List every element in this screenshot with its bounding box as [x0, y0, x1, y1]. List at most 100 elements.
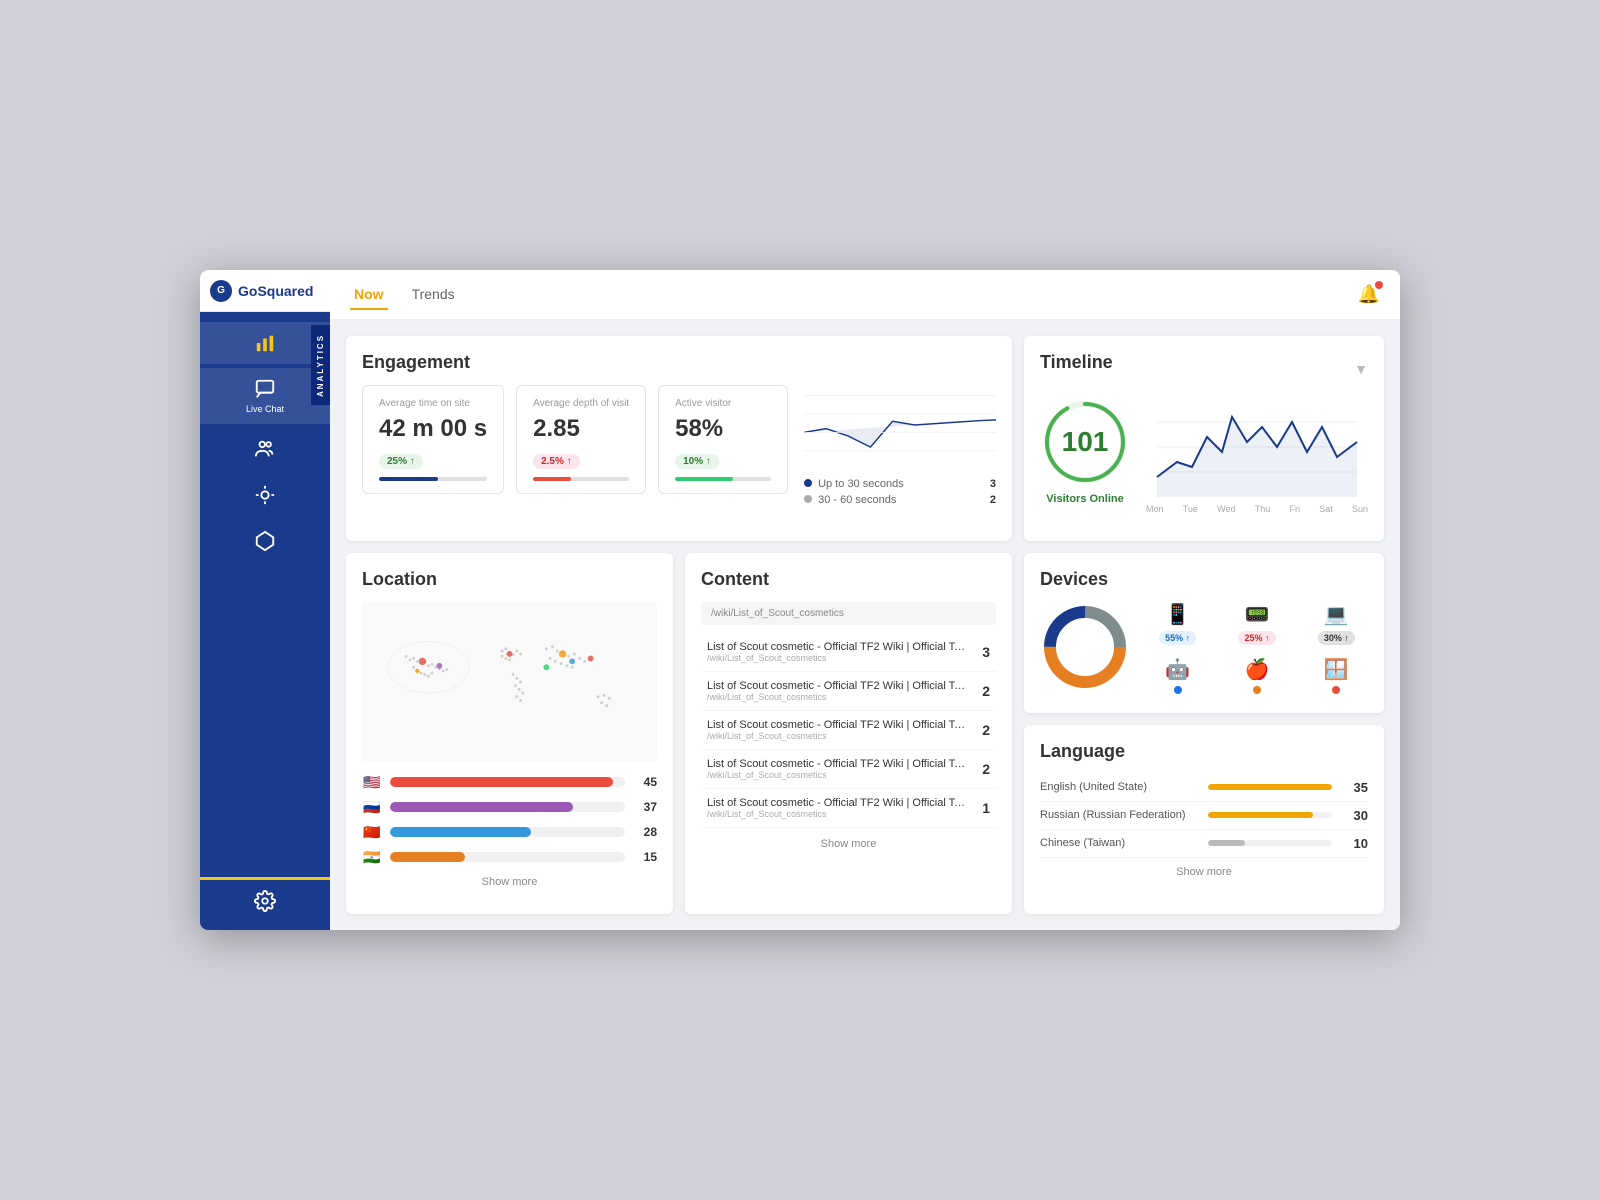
- gosquared-logo-text: GoSquared: [238, 283, 313, 299]
- content-row-2[interactable]: List of Scout cosmetic - Official TF2 Wi…: [701, 672, 996, 711]
- lang-english-name: English (United State): [1040, 781, 1200, 793]
- os-icons-row: 🤖 🍎 🪟: [1146, 657, 1368, 694]
- sidebar-settings-button[interactable]: [200, 882, 330, 920]
- location-show-more[interactable]: Show more: [362, 876, 657, 888]
- gosquared-logo-icon: G: [210, 280, 232, 302]
- engagement-chart: Up to 30 seconds 3 30 - 60 seconds 2: [804, 385, 996, 505]
- sidebar-item-assist[interactable]: [200, 474, 330, 516]
- flag-us: 🇺🇸: [362, 774, 382, 791]
- world-map-svg: [362, 602, 657, 762]
- tab-trends[interactable]: Trends: [408, 280, 459, 310]
- legend-count-1: 3: [990, 478, 996, 490]
- mobile-badge: 55% ↑: [1159, 631, 1196, 645]
- engagement-metrics: Average time on site 42 m 00 s 25% ↑ Ave…: [362, 385, 788, 494]
- engagement-title: Engagement: [362, 352, 996, 373]
- metric-depth-value: 2.85: [533, 415, 629, 443]
- lang-russian-name: Russian (Russian Federation): [1040, 809, 1200, 821]
- metric-time-on-site: Average time on site 42 m 00 s 25% ↑: [362, 385, 504, 494]
- metric-time-label: Average time on site: [379, 398, 487, 409]
- location-title: Location: [362, 569, 657, 590]
- language-show-more[interactable]: Show more: [1040, 866, 1368, 878]
- content-row-5[interactable]: List of Scout cosmetic - Official TF2 Wi…: [701, 789, 996, 828]
- count-us: 45: [633, 775, 657, 789]
- day-sun: Sun: [1352, 504, 1368, 514]
- windows-dot: [1332, 686, 1340, 694]
- devices-donut: [1040, 602, 1130, 697]
- metric-time-badge: 25% ↑: [379, 454, 423, 469]
- timeline-inner: 101 Visitors Online: [1040, 397, 1368, 514]
- windows-icon: 🪟: [1324, 657, 1349, 682]
- content-title: Content: [701, 569, 996, 590]
- devices-donut-svg: [1040, 602, 1130, 692]
- metric-depth-badge: 2.5% ↑: [533, 454, 580, 469]
- notification-bell[interactable]: 🔔: [1358, 284, 1380, 305]
- content-row-4-url: /wiki/List_of_Scout_cosmetics: [707, 770, 974, 780]
- content-card: Content /wiki/List_of_Scout_cosmetics Li…: [685, 553, 1012, 915]
- devices-breakdown: 📱 55% ↑ 📟 25% ↑ 💻 30%: [1146, 602, 1368, 697]
- content-row-1-url: /wiki/List_of_Scout_cosmetics: [707, 653, 974, 663]
- content-row-4-title: List of Scout cosmetic - Official TF2 Wi…: [707, 758, 967, 770]
- engagement-legend: Up to 30 seconds 3 30 - 60 seconds 2: [804, 476, 996, 508]
- bar-fill-in: [390, 852, 465, 862]
- metric-active-badge: 10% ↑: [675, 454, 719, 469]
- legend-label-1: Up to 30 seconds: [818, 478, 904, 490]
- lang-russian-count: 30: [1340, 808, 1368, 823]
- sidebar-item-apps[interactable]: [200, 520, 330, 562]
- sidebar: G GoSquared ANALYTICS Live Chat: [200, 270, 330, 930]
- metric-time-value: 42 m 00 s: [379, 415, 487, 443]
- day-thu: Thu: [1255, 504, 1271, 514]
- day-mon: Mon: [1146, 504, 1164, 514]
- devices-card: Devices: [1024, 553, 1384, 713]
- lang-english-count: 35: [1340, 780, 1368, 795]
- bar-fill-cn: [390, 827, 531, 837]
- content-show-more[interactable]: Show more: [701, 838, 996, 850]
- devices-inner: 📱 55% ↑ 📟 25% ↑ 💻 30%: [1040, 602, 1368, 697]
- content-row-3[interactable]: List of Scout cosmetic - Official TF2 Wi…: [701, 711, 996, 750]
- mobile-icon: 📱: [1165, 602, 1190, 627]
- flag-in: 🇮🇳: [362, 849, 382, 866]
- desktop-icon: 💻: [1324, 602, 1349, 627]
- engagement-card: Engagement Average time on site 42 m 00 …: [346, 336, 1012, 541]
- lang-chinese-bar: [1208, 840, 1245, 846]
- location-row-in: 🇮🇳 15: [362, 849, 657, 866]
- legend-row-1: Up to 30 seconds 3: [804, 476, 996, 492]
- apple-dot: [1253, 686, 1261, 694]
- metric-time-bar: [379, 477, 438, 481]
- content-row-4-count: 2: [982, 761, 990, 777]
- device-icons-row: 📱 55% ↑ 📟 25% ↑ 💻 30%: [1146, 602, 1368, 645]
- content-row-2-count: 2: [982, 683, 990, 699]
- content-url-header: /wiki/List_of_Scout_cosmetics: [701, 602, 996, 625]
- devices-title: Devices: [1040, 569, 1368, 590]
- lang-chinese-count: 10: [1340, 836, 1368, 851]
- content-area: Now Trends 🔔 Engagement Average tim: [330, 270, 1400, 930]
- content-row-4[interactable]: List of Scout cosmetic - Official TF2 Wi…: [701, 750, 996, 789]
- visitors-label: Visitors Online: [1046, 493, 1123, 505]
- dashboard: Engagement Average time on site 42 m 00 …: [330, 320, 1400, 930]
- sidebar-chat-label: Live Chat: [246, 404, 284, 414]
- legend-row-2: 30 - 60 seconds 2: [804, 492, 996, 508]
- os-apple: 🍎: [1245, 657, 1270, 694]
- count-ru: 37: [633, 800, 657, 814]
- desktop-badge: 30% ↑: [1318, 631, 1355, 645]
- day-sat: Sat: [1319, 504, 1333, 514]
- timeline-card: Timeline ▼ 101 Visito: [1024, 336, 1384, 541]
- language-row-english: English (United State) 35: [1040, 774, 1368, 802]
- timeline-filter-icon[interactable]: ▼: [1354, 361, 1368, 377]
- sidebar-item-people[interactable]: [200, 428, 330, 470]
- metric-active-value: 58%: [675, 415, 771, 443]
- metric-depth: Average depth of visit 2.85 2.5% ↑: [516, 385, 646, 494]
- bar-fill-us: [390, 777, 613, 787]
- timeline-days: Mon Tue Wed Thu Fri Sat Sun: [1146, 504, 1368, 514]
- tablet-badge: 25% ↑: [1238, 631, 1275, 645]
- legend-label-2: 30 - 60 seconds: [818, 494, 896, 506]
- legend-dot-2: [804, 495, 812, 503]
- bar-fill-ru: [390, 802, 573, 812]
- engagement-chart-svg: [804, 385, 996, 465]
- content-row-1[interactable]: List of Scout cosmetic - Official TF2 Wi…: [701, 633, 996, 672]
- tab-now[interactable]: Now: [350, 280, 388, 310]
- day-wed: Wed: [1217, 504, 1235, 514]
- content-row-5-url: /wiki/List_of_Scout_cosmetics: [707, 809, 974, 819]
- content-row-2-url: /wiki/List_of_Scout_cosmetics: [707, 692, 974, 702]
- lang-chinese-name: Chinese (Taiwan): [1040, 837, 1200, 849]
- device-mobile: 📱 55% ↑: [1159, 602, 1196, 645]
